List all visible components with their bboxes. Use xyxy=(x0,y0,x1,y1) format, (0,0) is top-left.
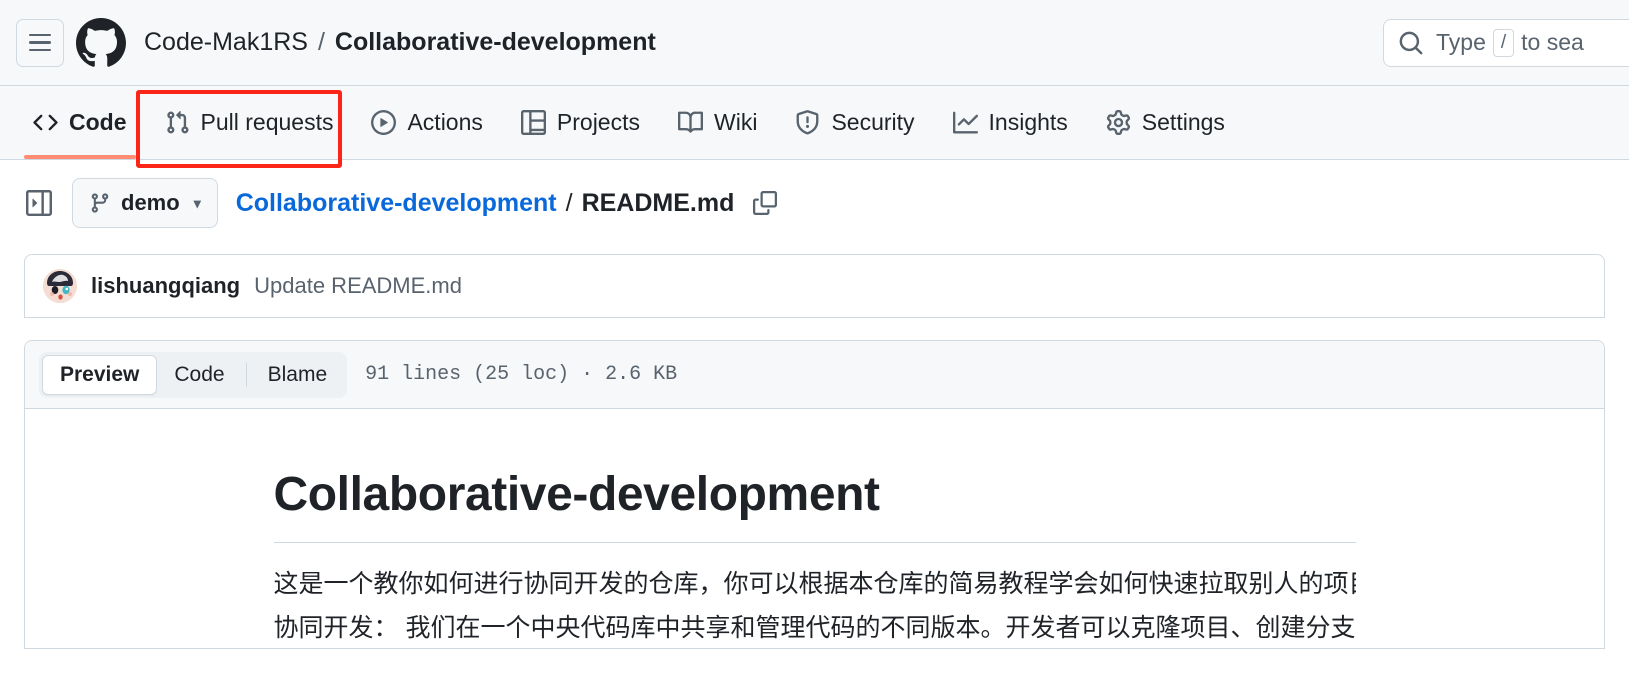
file-path-row: demo ▾ Collaborative-development / READM… xyxy=(0,160,1629,244)
book-icon xyxy=(678,110,703,135)
tab-pull-requests-label: Pull requests xyxy=(201,109,334,136)
readme-paragraph-line-1: 这是一个教你如何进行协同开发的仓库，你可以根据本仓库的简易教程学会如何快速拉取别… xyxy=(274,565,1356,605)
tab-file-code-label: Code xyxy=(174,363,224,387)
repo-nav: Code Pull requests Actions Projects Wiki… xyxy=(0,86,1629,160)
file-content-box: Preview Code Blame 91 lines (25 loc) · 2… xyxy=(24,340,1605,649)
chevron-down-icon: ▾ xyxy=(194,195,201,212)
table-icon xyxy=(521,110,546,135)
tab-settings-label: Settings xyxy=(1142,109,1225,136)
readme-paragraph-line-2: 协同开发： 我们在一个中央代码库中共享和管理代码的不同版本。开发者可以克隆项目、… xyxy=(274,609,1356,649)
breadcrumb-repo[interactable]: Collaborative-development xyxy=(335,28,656,57)
breadcrumb-owner[interactable]: Code-Mak1RS xyxy=(144,28,308,57)
breadcrumb-separator: / xyxy=(318,28,325,57)
tab-wiki-label: Wiki xyxy=(714,109,757,136)
tab-blame[interactable]: Blame xyxy=(251,355,345,395)
play-circle-icon xyxy=(371,110,396,135)
file-meta: 91 lines (25 loc) · 2.6 KB xyxy=(365,363,677,386)
file-breadcrumb: Collaborative-development / README.md xyxy=(236,189,778,218)
code-icon xyxy=(33,110,58,135)
file-breadcrumb-repo[interactable]: Collaborative-development xyxy=(236,189,557,218)
search-slash-key: / xyxy=(1493,29,1514,57)
avatar[interactable] xyxy=(43,269,77,303)
tab-preview-label: Preview xyxy=(60,363,139,387)
tab-insights-label: Insights xyxy=(989,109,1068,136)
readme-content: Collaborative-development 这是一个教你如何进行协同开发… xyxy=(25,409,1604,648)
tab-security[interactable]: Security xyxy=(776,86,933,159)
search-icon xyxy=(1398,30,1424,56)
git-branch-icon xyxy=(89,192,111,214)
commit-message[interactable]: Update README.md xyxy=(254,273,462,299)
tab-settings[interactable]: Settings xyxy=(1087,86,1244,159)
shield-icon xyxy=(795,110,820,135)
tab-actions[interactable]: Actions xyxy=(352,86,501,159)
file-toolbar: Preview Code Blame 91 lines (25 loc) · 2… xyxy=(25,341,1604,409)
latest-commit-row: lishuangqiang Update README.md xyxy=(24,254,1605,318)
hamburger-bar xyxy=(29,49,51,52)
branch-selector[interactable]: demo ▾ xyxy=(72,178,218,228)
search-suffix: to sea xyxy=(1521,29,1584,56)
hamburger-bar xyxy=(29,41,51,44)
tab-code[interactable]: Code xyxy=(14,86,146,159)
tab-pull-requests[interactable]: Pull requests xyxy=(146,86,353,159)
segmented-divider xyxy=(246,363,247,387)
commit-author[interactable]: lishuangqiang xyxy=(91,273,240,299)
readme-title: Collaborative-development xyxy=(274,467,1356,543)
search-input[interactable]: Type / to sea xyxy=(1383,19,1629,67)
tab-preview[interactable]: Preview xyxy=(42,355,157,395)
tab-insights[interactable]: Insights xyxy=(934,86,1087,159)
search-placeholder: Type / to sea xyxy=(1436,29,1584,57)
tab-projects[interactable]: Projects xyxy=(502,86,659,159)
app-header: Code-Mak1RS / Collaborative-development … xyxy=(0,0,1629,86)
copy-path-icon[interactable] xyxy=(753,191,777,215)
tab-blame-label: Blame xyxy=(268,363,328,387)
hamburger-menu-icon[interactable] xyxy=(16,19,64,67)
tab-file-code[interactable]: Code xyxy=(157,355,241,395)
breadcrumb: Code-Mak1RS / Collaborative-development xyxy=(144,28,656,57)
tab-actions-label: Actions xyxy=(407,109,482,136)
file-breadcrumb-filename: README.md xyxy=(582,189,735,218)
sidebar-expand-icon[interactable] xyxy=(24,188,54,218)
search-prefix: Type xyxy=(1436,29,1486,56)
file-breadcrumb-separator: / xyxy=(566,189,573,218)
git-pull-request-icon xyxy=(165,110,190,135)
tab-projects-label: Projects xyxy=(557,109,640,136)
file-view-segmented-control: Preview Code Blame xyxy=(39,352,347,398)
graph-icon xyxy=(953,110,978,135)
tab-code-label: Code xyxy=(69,109,127,136)
tab-wiki[interactable]: Wiki xyxy=(659,86,776,159)
hamburger-bar xyxy=(29,34,51,37)
gear-icon xyxy=(1106,110,1131,135)
branch-name: demo xyxy=(121,190,180,216)
github-logo-icon[interactable] xyxy=(76,18,126,68)
tab-security-label: Security xyxy=(831,109,914,136)
